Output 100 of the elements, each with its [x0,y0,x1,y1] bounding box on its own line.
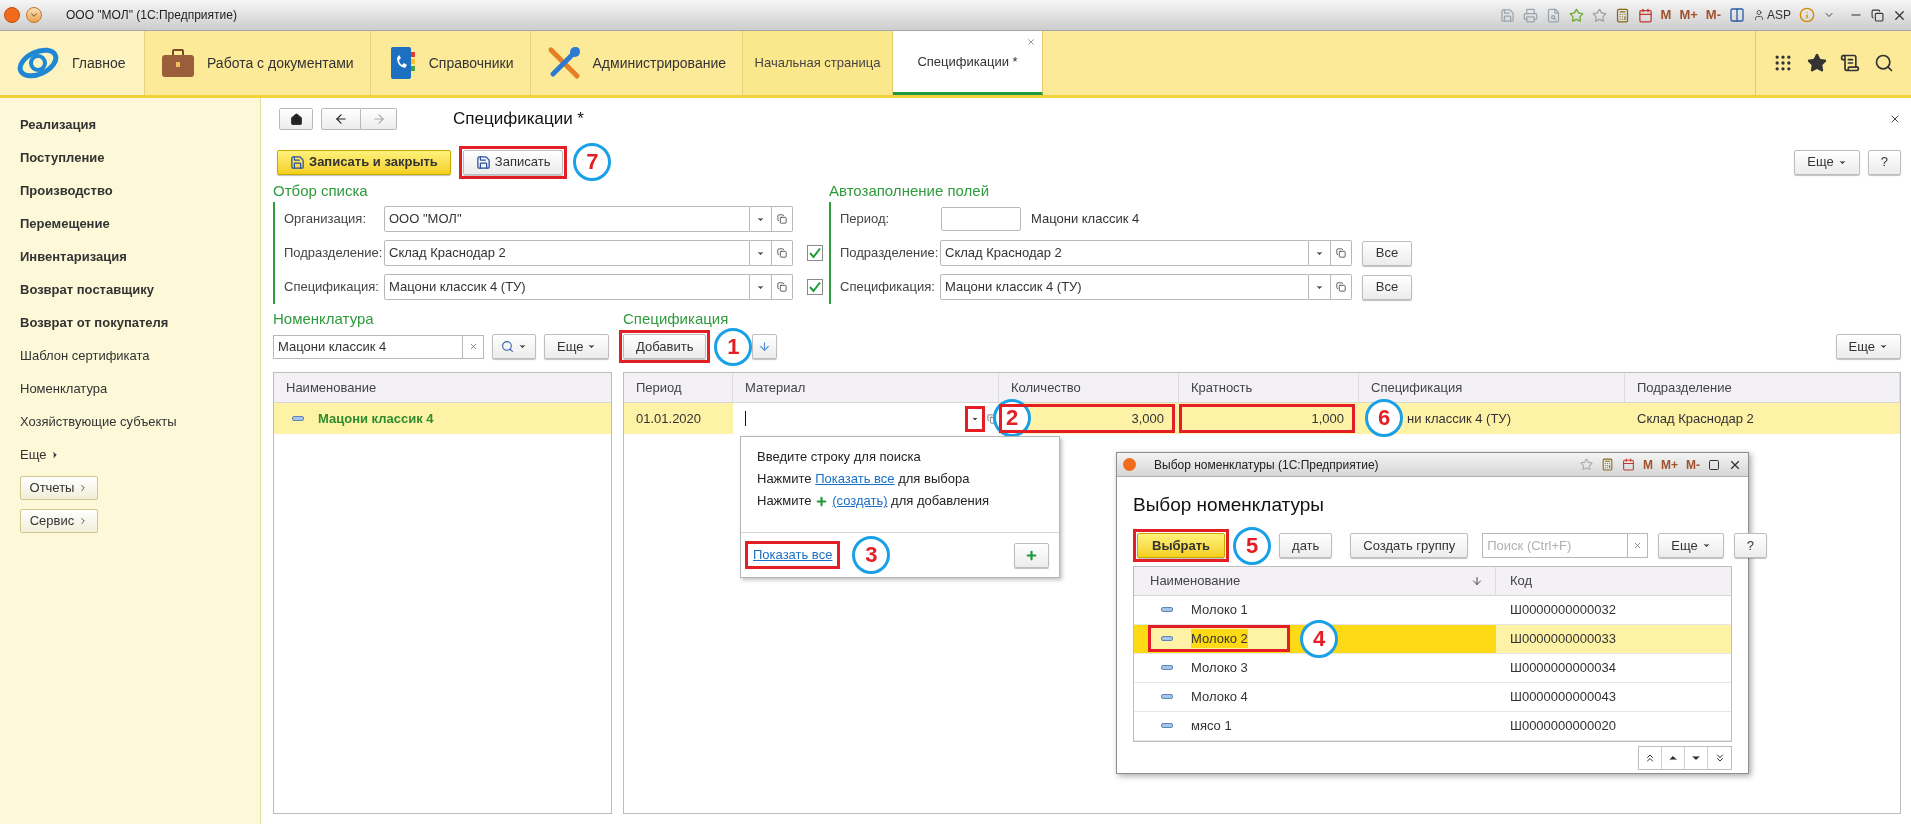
search-button[interactable] [492,334,536,359]
column-header[interactable]: Количество [1011,377,1081,398]
sidebar-item[interactable]: Реализация [20,114,97,135]
all-button[interactable]: Все [1362,274,1412,300]
open-button[interactable] [772,240,793,266]
column-header[interactable]: Кратность [1191,377,1253,398]
all-button[interactable]: Все [1362,240,1412,266]
more-button[interactable]: Еще [1794,149,1860,175]
memory-button[interactable]: M+ [1661,455,1678,474]
checkmark-icon [809,281,821,293]
item-icon [1161,665,1173,670]
memory-button[interactable]: M- [1705,5,1721,25]
checkbox[interactable] [807,245,823,261]
table-row[interactable]: Мацони классик 4 [274,403,611,434]
memory-button[interactable]: M- [1686,455,1700,474]
select-field[interactable]: Мацони классик 4 (ТУ) [384,274,750,300]
history-icon[interactable] [1840,53,1861,73]
dialog-button[interactable]: Выбрать [1137,533,1226,558]
print-icon[interactable] [1522,7,1538,23]
command-button[interactable]: Записать [462,149,564,175]
search-icon[interactable] [1874,53,1895,73]
save-icon [475,154,491,170]
column-header[interactable]: Подразделение [1637,377,1732,398]
more-link[interactable]: Еще [20,444,61,465]
help-button[interactable]: ? [1867,149,1901,175]
open-button[interactable] [1331,274,1352,300]
open-tab[interactable]: Спецификации * [893,31,1043,95]
column-header[interactable]: Период [636,377,682,398]
dialog-button[interactable]: дать [1279,533,1333,558]
open-button[interactable] [772,274,793,300]
sidebar-item[interactable]: Возврат поставщику [20,279,154,300]
memory-button[interactable]: M [1660,5,1672,25]
select-field[interactable]: ООО "МОЛ" [384,206,750,232]
sidebar-item[interactable]: Поступление [20,147,105,168]
star-icon[interactable] [1568,7,1584,23]
close-tab-icon[interactable] [1026,37,1036,47]
save-icon[interactable] [1499,7,1515,23]
star-icon[interactable] [1580,458,1593,471]
select-field[interactable]: Мацони классик 4 (ТУ) [940,274,1309,300]
dialog-button[interactable]: Создать группу [1350,533,1469,558]
memory-button[interactable]: M [1643,455,1653,474]
main-menu-button[interactable] [26,7,42,23]
caret-icon [1701,541,1711,550]
material-input[interactable] [733,403,999,434]
sidebar-item[interactable]: Инвентаризация [20,246,127,267]
sidebar-item[interactable]: Шаблон сертификата [20,345,150,366]
column-header[interactable]: Наименование [286,377,377,398]
info-icon[interactable] [1799,7,1815,23]
star-icon[interactable] [1591,7,1607,23]
column-header[interactable]: Материал [745,377,806,398]
sidebar-item[interactable]: Перемещение [20,213,110,234]
star-icon[interactable] [1806,53,1827,73]
hint-link[interactable]: Показать все [815,469,895,489]
sidebar-item[interactable]: Производство [20,180,113,201]
open-button[interactable] [772,206,793,232]
sidebar-button[interactable]: Сервис [20,508,98,533]
sidebar-item[interactable]: Возврат от покупателя [20,312,169,333]
create-button[interactable] [1014,542,1049,568]
date-field[interactable] [941,207,1021,231]
more-button[interactable]: Еще [1658,533,1724,558]
sidebar-button[interactable]: Отчеты [20,475,98,500]
clear-button[interactable] [1628,533,1649,558]
column-header[interactable]: Наименование [1150,570,1241,591]
calendar-icon[interactable] [1637,7,1653,23]
sidebar-item[interactable]: Номенклатура [20,378,108,399]
preview-icon[interactable] [1545,7,1561,23]
select-field[interactable]: Склад Краснодар 2 [384,240,750,266]
column-header[interactable]: Спецификация [1371,377,1463,398]
back-button[interactable] [321,108,361,130]
column-header[interactable]: Код [1510,570,1533,591]
forward-button[interactable] [361,108,397,130]
more-button[interactable]: Еще [544,334,610,359]
command-button[interactable]: Записать и закрыть [277,149,451,175]
open-button[interactable] [1331,240,1352,266]
restore-icon[interactable] [1871,8,1884,22]
hint-link[interactable]: (создать) [832,491,888,511]
close-icon[interactable] [1889,113,1901,125]
calculator-icon[interactable] [1614,7,1630,23]
more-button[interactable]: Еще [1835,334,1901,359]
add-button[interactable]: Добавить [623,334,707,359]
checkbox[interactable] [807,279,823,295]
clear-button[interactable] [463,334,484,359]
calendar-icon[interactable] [1622,458,1635,471]
memory-button[interactable]: M+ [1679,5,1698,25]
calculator-icon[interactable] [1601,458,1614,471]
select-field[interactable]: Склад Краснодар 2 [940,240,1309,266]
maximize-icon[interactable] [1708,458,1720,471]
user-button[interactable]: ASP [1753,6,1791,24]
section-tab[interactable]: Справочники [370,31,531,95]
panel-icon[interactable] [1729,7,1745,23]
show-all-link[interactable]: Показать все [749,545,837,565]
help-button[interactable]: ? [1733,533,1767,558]
section-tab[interactable]: Главное [0,31,145,95]
home-button[interactable] [279,108,313,130]
move-down-button[interactable] [752,334,778,359]
search-field[interactable]: Мацони классик 4 [273,334,463,359]
search-field[interactable]: Поиск (Ctrl+F) [1482,533,1629,558]
open-tab[interactable]: Начальная страница [743,31,893,95]
sidebar-item[interactable]: Хозяйствующие субъекты [20,411,177,432]
section-tab[interactable]: Работа с документами [145,31,371,95]
